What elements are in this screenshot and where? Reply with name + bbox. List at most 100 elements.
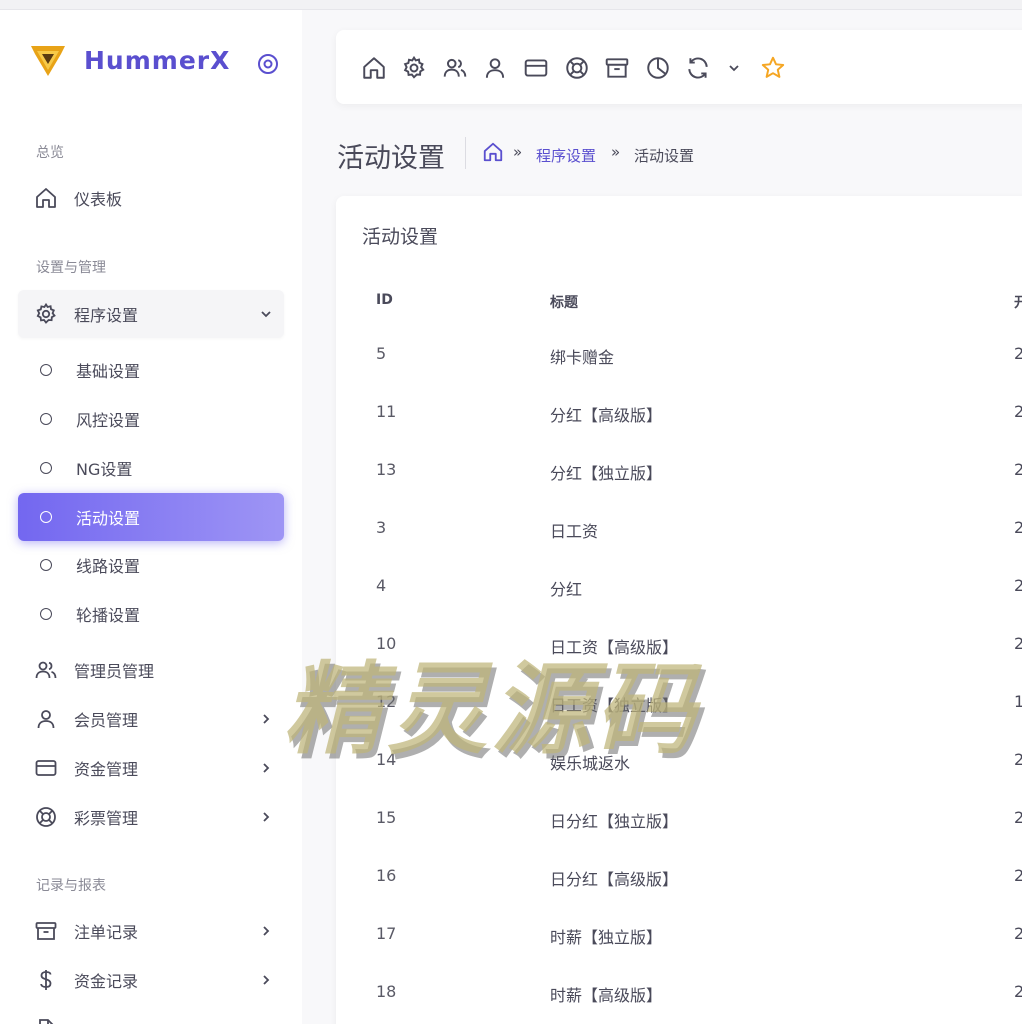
card-icon[interactable] — [523, 55, 549, 81]
sidebar-subitem-carousel-settings[interactable]: 轮播设置 — [18, 590, 284, 638]
sidebar-item-dashboard[interactable]: 仪表板 — [18, 174, 284, 222]
cell-title: 时薪【高级版】 — [550, 986, 663, 1005]
cell-title: 绑卡赠金 — [550, 348, 615, 367]
card-icon — [34, 756, 58, 780]
cell-title: 日分红【独立版】 — [550, 812, 679, 831]
cell-id: 5 — [376, 344, 387, 363]
document-icon — [34, 1017, 58, 1024]
cell-title: 分红 — [550, 580, 583, 599]
brand[interactable]: HummerX — [28, 40, 230, 80]
section-label-settings: 设置与管理 — [36, 260, 106, 276]
sidebar-subitem-label: NG设置 — [76, 460, 133, 479]
sidebar-subitem-label: 轮播设置 — [76, 606, 141, 625]
sidebar-item-fund-records[interactable]: 资金记录 — [18, 956, 284, 1004]
sidebar-subitem-activity-settings[interactable]: 活动设置 — [18, 493, 284, 541]
table-row[interactable]: 16 日分红【高级版】 2 — [362, 866, 1022, 924]
sidebar-item-label: 彩票管理 — [74, 809, 139, 828]
sidebar-subitem-ng-settings[interactable]: NG设置 — [18, 444, 284, 492]
chevron-right-icon — [258, 760, 274, 776]
chevron-down-icon — [258, 306, 274, 322]
table-row[interactable]: 5 绑卡赠金 2 — [362, 344, 1022, 402]
lifebuoy-icon[interactable] — [564, 55, 590, 81]
chevron-right-icon — [258, 972, 274, 988]
lifebuoy-icon — [34, 805, 58, 829]
home-icon[interactable] — [361, 55, 387, 81]
section-label-records: 记录与报表 — [36, 878, 106, 894]
star-icon[interactable] — [760, 55, 786, 81]
breadcrumb-link-program-settings[interactable]: 程序设置 — [536, 145, 596, 166]
refresh-icon[interactable] — [685, 55, 711, 81]
circle-bullet-icon — [40, 559, 52, 571]
chevron-down-icon[interactable] — [726, 60, 742, 76]
pie-chart-icon[interactable] — [645, 55, 671, 81]
breadcrumb-current: 活动设置 — [634, 147, 695, 165]
cell-start: 2 — [1014, 924, 1022, 943]
sidebar-item-fund-management[interactable]: 资金管理 — [18, 744, 284, 792]
gear-icon — [34, 302, 58, 326]
circle-bullet-icon — [40, 364, 52, 376]
cell-title: 日工资 — [550, 522, 599, 541]
cell-id: 3 — [376, 518, 387, 537]
cell-title: 分红【独立版】 — [550, 464, 663, 483]
cell-start: 2 — [1014, 982, 1022, 1001]
user-icon[interactable] — [482, 55, 508, 81]
cell-id: 17 — [376, 924, 397, 943]
users-icon[interactable] — [442, 55, 468, 81]
gear-icon[interactable] — [401, 55, 427, 81]
user-icon — [34, 707, 58, 731]
cell-start: 2 — [1014, 460, 1022, 479]
sidebar-toggle-icon[interactable] — [256, 52, 280, 76]
sidebar-item-member-management[interactable]: 会员管理 — [18, 695, 284, 743]
table-row[interactable]: 3 日工资 2 — [362, 518, 1022, 576]
breadcrumb-home-icon[interactable] — [482, 141, 504, 163]
circle-bullet-icon — [40, 413, 52, 425]
cell-start: 2 — [1014, 518, 1022, 537]
home-icon — [34, 186, 58, 210]
watermark-overlay: 精灵源码 — [283, 651, 699, 768]
table-row[interactable]: 18 时薪【高级版】 2 — [362, 982, 1022, 1024]
activity-settings-card: 活动设置 ID 标题 开 5 绑卡赠金 2 11 分红【高级版】 2 13 分红… — [336, 196, 1022, 1024]
circle-bullet-icon — [40, 462, 52, 474]
chevron-right-icon — [258, 923, 274, 939]
cell-id: 18 — [376, 982, 397, 1001]
sidebar-item-partial[interactable] — [18, 1005, 284, 1024]
table-row[interactable]: 17 时薪【独立版】 2 — [362, 924, 1022, 982]
sidebar-subitem-risk-settings[interactable]: 风控设置 — [18, 395, 284, 443]
sidebar-item-program-settings[interactable]: 程序设置 — [18, 290, 284, 338]
column-header-id[interactable]: ID — [376, 292, 393, 308]
sidebar-subitem-label: 线路设置 — [76, 557, 141, 576]
chevron-right-icon — [258, 711, 274, 727]
sidebar-subitem-label: 风控设置 — [76, 411, 141, 430]
cell-id: 13 — [376, 460, 397, 479]
circle-bullet-icon — [40, 511, 52, 523]
cell-start: 2 — [1014, 866, 1022, 885]
breadcrumb-separator: » — [611, 143, 621, 161]
sidebar-item-label: 仪表板 — [74, 190, 123, 209]
cell-title: 日分红【高级版】 — [550, 870, 679, 889]
users-icon — [34, 658, 58, 682]
archive-icon[interactable] — [604, 55, 630, 81]
sidebar-item-lottery-management[interactable]: 彩票管理 — [18, 793, 284, 841]
hummer-logo-icon — [28, 40, 68, 80]
sidebar-item-label: 会员管理 — [74, 711, 139, 730]
cell-start: 1! — [1014, 692, 1022, 711]
circle-bullet-icon — [40, 608, 52, 620]
sidebar-subitem-basic-settings[interactable]: 基础设置 — [18, 346, 284, 394]
page-title: 活动设置 — [337, 143, 445, 174]
table-row[interactable]: 15 日分红【独立版】 2 — [362, 808, 1022, 866]
sidebar-subitem-route-settings[interactable]: 线路设置 — [18, 541, 284, 589]
sidebar-item-bet-records[interactable]: 注单记录 — [18, 907, 284, 955]
cell-id: 4 — [376, 576, 387, 595]
browser-top-edge — [0, 0, 1022, 10]
column-header-start[interactable]: 开 — [1014, 292, 1022, 312]
sidebar-item-label: 管理员管理 — [74, 662, 155, 681]
sidebar-item-admin-management[interactable]: 管理员管理 — [18, 646, 284, 694]
sidebar-item-label: 资金管理 — [74, 760, 139, 779]
table-row[interactable]: 11 分红【高级版】 2 — [362, 402, 1022, 460]
cell-start: 2 — [1014, 750, 1022, 769]
dollar-icon — [34, 968, 58, 992]
table-row[interactable]: 4 分红 2 — [362, 576, 1022, 634]
column-header-title[interactable]: 标题 — [550, 292, 578, 312]
table-row[interactable]: 13 分红【独立版】 2 — [362, 460, 1022, 518]
sidebar-subitem-label: 基础设置 — [76, 362, 141, 381]
